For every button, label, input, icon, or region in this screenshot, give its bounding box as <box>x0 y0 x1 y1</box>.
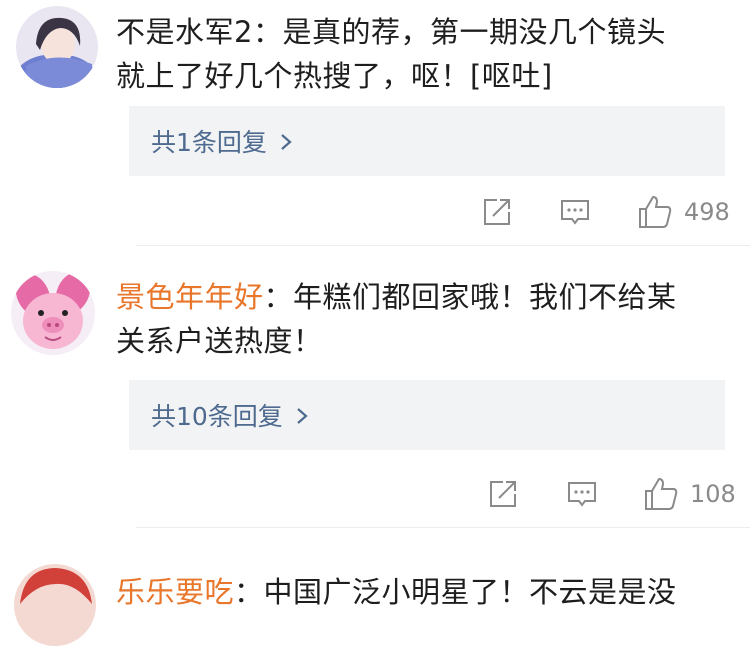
like-icon[interactable] <box>637 194 673 230</box>
comment-author[interactable]: 景色年年好 <box>116 280 264 314</box>
comment-line-1: 是真的荐，第一期没几个镜头 <box>282 15 666 49</box>
comment-separator: ： <box>263 280 294 314</box>
like-count: 498 <box>684 198 730 226</box>
replies-link[interactable]: 共1条回复 <box>129 106 725 176</box>
share-icon[interactable] <box>487 478 519 510</box>
comment-separator: ： <box>252 15 283 49</box>
like-icon[interactable] <box>643 476 679 512</box>
comment-actions: 498 <box>0 192 750 232</box>
comment-line-1: 年糕们都回家哦！我们不给某 <box>293 280 677 314</box>
like-count: 108 <box>690 480 736 508</box>
avatar[interactable] <box>14 564 96 646</box>
comment-line-2: 就上了好几个热搜了，呕！[呕吐] <box>116 59 553 93</box>
comment-line-2: 关系户送热度！ <box>116 324 323 358</box>
replies-label: 共10条回复 <box>151 402 283 431</box>
avatar[interactable] <box>16 6 98 88</box>
chevron-right-icon <box>277 130 295 152</box>
comment-separator: ： <box>234 575 264 609</box>
comment-icon[interactable] <box>559 196 591 228</box>
comment-author[interactable]: 乐乐要吃 <box>116 575 234 609</box>
comment-text: 乐乐要吃：中国广泛小明星了！不云是是没 <box>116 570 726 614</box>
divider <box>136 527 750 528</box>
chevron-right-icon <box>293 404 311 426</box>
comment-text: 景色年年好：年糕们都回家哦！我们不给某 关系户送热度！ <box>116 275 726 363</box>
comment-text: 不是水军2：是真的荐，第一期没几个镜头 就上了好几个热搜了，呕！[呕吐] <box>116 10 726 98</box>
comment-line-1: 中国广泛小明星了！不云是是没 <box>263 575 677 609</box>
comment-actions: 108 <box>0 474 750 514</box>
avatar[interactable] <box>11 271 95 355</box>
replies-label: 共1条回复 <box>151 128 267 157</box>
comment-author[interactable]: 不是水军2 <box>116 15 253 49</box>
share-icon[interactable] <box>481 196 513 228</box>
replies-link[interactable]: 共10条回复 <box>129 380 725 450</box>
divider <box>136 245 750 246</box>
comment-icon[interactable] <box>566 478 598 510</box>
